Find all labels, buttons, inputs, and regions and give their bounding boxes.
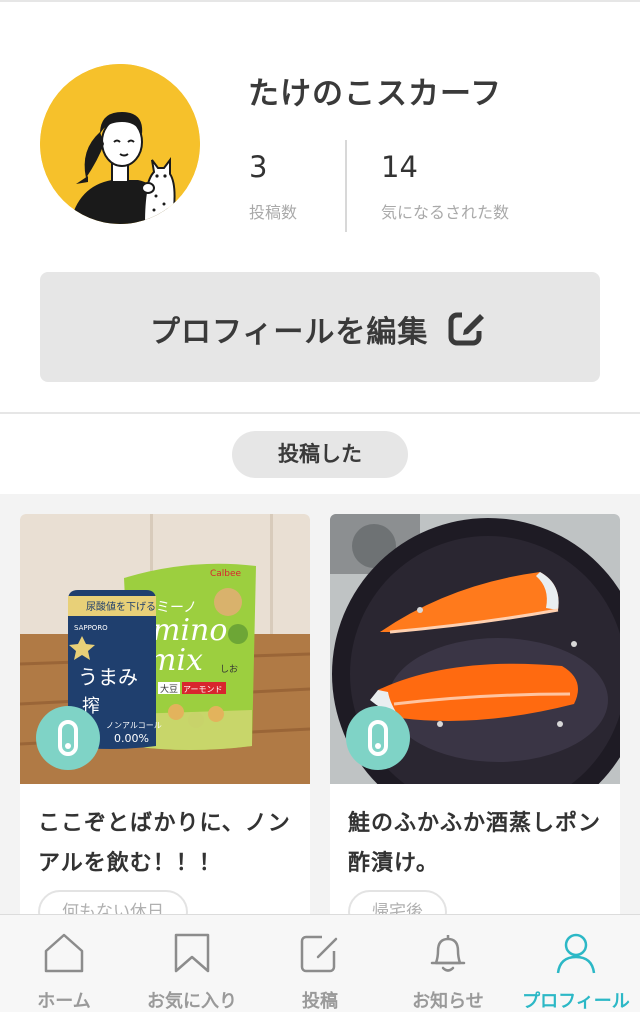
avatar-illustration: [40, 64, 200, 224]
liked-count-label: 気になるされた数: [381, 203, 510, 222]
bottom-tab-bar: ホーム お気に入り 投稿 お知らせ プロフィール: [0, 914, 640, 1012]
edit-profile-label: プロフィールを編集: [150, 315, 429, 350]
post-card[interactable]: 鮭のふかふか酒蒸しポン酢漬け。 帰宅後: [330, 514, 620, 934]
tab-notifications[interactable]: お知らせ: [384, 915, 512, 1012]
svg-text:大豆: 大豆: [160, 683, 178, 695]
top-divider: [0, 0, 640, 2]
posts-count-label: 投稿数: [249, 203, 298, 222]
svg-text:ノンアルコール: ノンアルコール: [106, 721, 162, 730]
post-card[interactable]: Calbee ミーノ mino mix しお 大豆 アーモンド 尿酸値を下げる …: [20, 514, 310, 934]
tab-post[interactable]: 投稿: [256, 915, 384, 1012]
tab-label: ホーム: [37, 991, 91, 1012]
section-divider: [0, 412, 640, 414]
username: たけのこスカーフ: [248, 76, 503, 112]
bookmark-icon: [174, 933, 210, 973]
stats-divider: [345, 140, 347, 232]
svg-text:0.00%: 0.00%: [114, 732, 149, 745]
bell-icon: [430, 935, 466, 972]
compose-icon: [300, 933, 340, 973]
svg-text:SAPPORO: SAPPORO: [74, 624, 108, 632]
svg-text:Calbee: Calbee: [210, 569, 242, 579]
tab-label: お気に入り: [147, 991, 237, 1012]
memo-badge-icon: [346, 706, 410, 770]
avatar[interactable]: [40, 64, 200, 224]
tab-label: プロフィール: [522, 991, 630, 1012]
home-icon: [44, 933, 84, 973]
memo-badge-icon: [36, 706, 100, 770]
svg-text:尿酸値を下げる: 尿酸値を下げる: [86, 600, 156, 613]
edit-icon: [448, 311, 486, 346]
liked-count: 14: [381, 150, 418, 184]
tab-label: お知らせ: [412, 991, 484, 1012]
tab-favorites[interactable]: お気に入り: [128, 915, 256, 1012]
user-icon: [556, 933, 596, 974]
post-title: ここぞとばかりに、ノンアルを飲む！！！: [38, 811, 291, 876]
tab-home[interactable]: ホーム: [0, 915, 128, 1012]
svg-text:うまみ: うまみ: [78, 665, 138, 689]
svg-text:mix: mix: [148, 643, 203, 678]
posts-count: 3: [249, 150, 268, 184]
svg-text:アーモンド: アーモンド: [183, 685, 223, 694]
edit-profile-button[interactable]: プロフィールを編集: [40, 272, 600, 382]
svg-text:しお: しお: [220, 664, 238, 675]
tab-label: 投稿: [302, 991, 338, 1012]
tab-posted[interactable]: 投稿した: [232, 431, 408, 478]
tab-profile[interactable]: プロフィール: [512, 915, 640, 1012]
post-title: 鮭のふかふか酒蒸しポン酢漬け。: [348, 811, 602, 876]
